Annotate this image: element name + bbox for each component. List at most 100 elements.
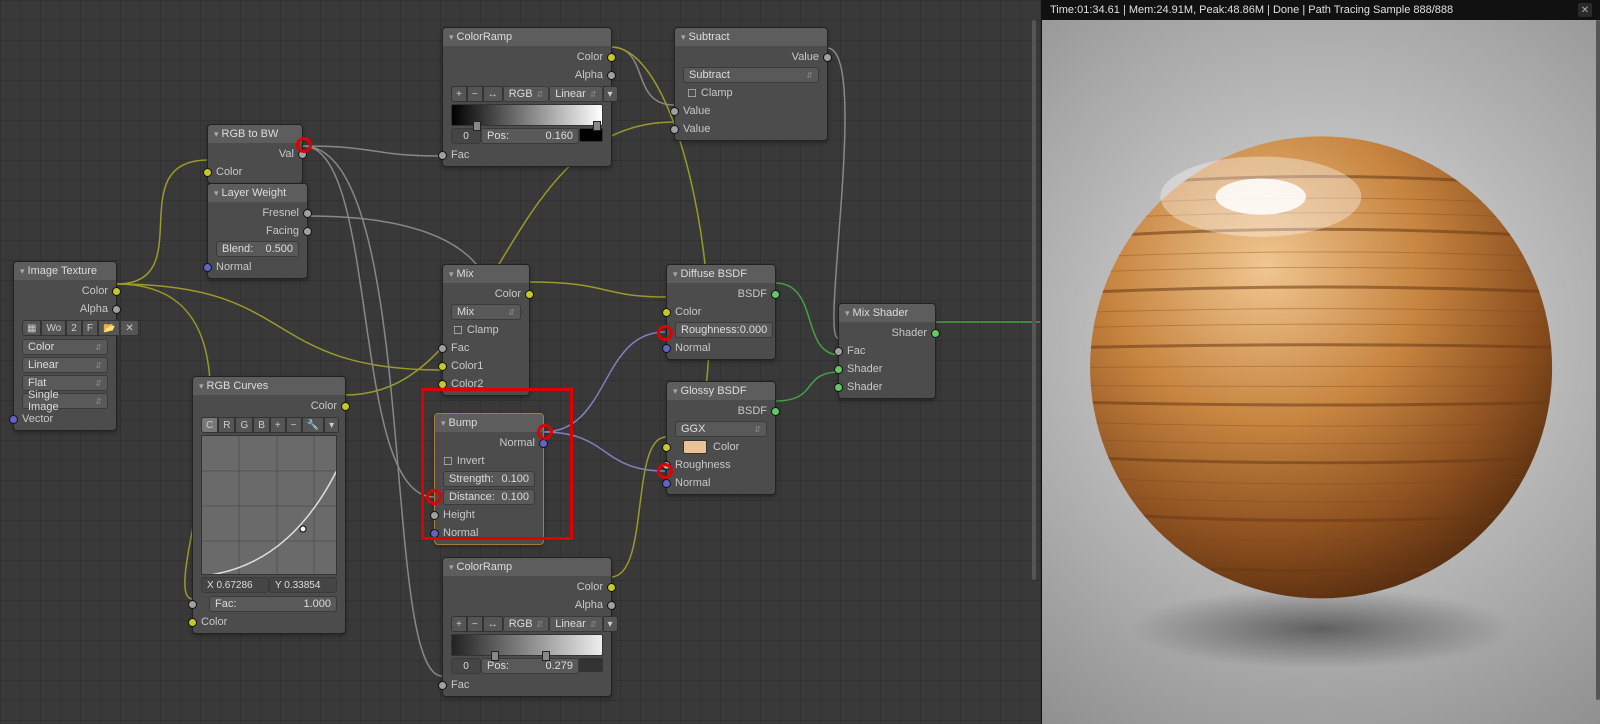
curve-tools-menu-icon[interactable]: ▾ xyxy=(324,417,339,433)
node-colorramp-1[interactable]: ColorRamp Color Alpha + − ↔ RGB⇵ Linear⇵… xyxy=(442,27,612,167)
color-ramp-gradient[interactable] xyxy=(451,634,603,656)
operation-select[interactable]: Subtract⇵ xyxy=(683,67,819,83)
node-title[interactable]: ColorRamp xyxy=(443,28,611,46)
mix-mode-select[interactable]: Mix⇵ xyxy=(451,304,521,320)
node-title[interactable]: Subtract xyxy=(675,28,827,46)
node-title[interactable]: Mix xyxy=(443,265,529,283)
output-fresnel: Fresnel xyxy=(262,207,299,219)
ramp-pos-field[interactable]: Pos:0.160 xyxy=(481,128,579,144)
output-alpha: Alpha xyxy=(575,599,603,611)
node-rgb-to-bw[interactable]: RGB to BW Val Color xyxy=(207,124,303,184)
node-title[interactable]: Mix Shader xyxy=(839,304,935,322)
ramp-flip-icon[interactable]: ↔ xyxy=(483,616,503,632)
render-preview-image[interactable] xyxy=(1042,20,1600,724)
texture-browse-icon[interactable]: ▦ xyxy=(22,320,41,336)
output-shader: Shader xyxy=(892,327,927,339)
node-bump[interactable]: Bump Normal ☐Invert Strength:0.100 Dista… xyxy=(434,413,544,545)
texture-open-icon[interactable]: 📂 xyxy=(98,320,120,336)
roughness-field[interactable]: Roughness:0.000 xyxy=(675,322,773,338)
texture-name[interactable]: Wo xyxy=(41,320,66,336)
tab-r[interactable]: R xyxy=(218,417,235,433)
node-layer-weight[interactable]: Layer Weight Fresnel Facing Blend:0.500 … xyxy=(207,183,308,279)
render-preview-panel: Time:01:34.61 | Mem:24.91M, Peak:48.86M … xyxy=(1041,0,1600,724)
node-title[interactable]: RGB to BW xyxy=(208,125,302,143)
node-title[interactable]: Layer Weight xyxy=(208,184,307,202)
node-mix-shader[interactable]: Mix Shader Shader Fac Shader Shader xyxy=(838,303,936,399)
input-color: Color xyxy=(201,616,227,628)
node-title[interactable]: Image Texture xyxy=(14,262,116,280)
node-title[interactable]: Bump xyxy=(435,414,543,432)
input-fac: Fac xyxy=(451,149,469,161)
node-mix-rgb[interactable]: Mix Color Mix⇵ ☐Clamp Fac Color1 Color2 xyxy=(442,264,530,396)
clamp-checkbox[interactable]: Clamp xyxy=(467,324,499,336)
tab-c[interactable]: C xyxy=(201,417,218,433)
interpolation-select[interactable]: Linear⇵ xyxy=(22,357,108,373)
strength-field[interactable]: Strength:0.100 xyxy=(443,471,535,487)
curve-tools-wrench-icon[interactable]: 🔧 xyxy=(302,417,324,433)
ramp-menu-icon[interactable]: ▾ xyxy=(603,86,618,102)
input-shader-2: Shader xyxy=(847,381,882,393)
ramp-interp-select[interactable]: Linear⇵ xyxy=(549,86,602,102)
ramp-menu-icon[interactable]: ▾ xyxy=(603,616,618,632)
output-bsdf: BSDF xyxy=(738,288,767,300)
preview-scrollbar[interactable] xyxy=(1594,0,1600,724)
input-color2: Color2 xyxy=(451,378,483,390)
ramp-index[interactable]: 0 xyxy=(451,658,481,674)
curve-tools-minus-icon[interactable]: − xyxy=(286,417,302,433)
curve-graph[interactable] xyxy=(201,435,337,575)
ramp-add-icon[interactable]: + xyxy=(451,616,467,632)
ramp-remove-icon[interactable]: − xyxy=(467,86,483,102)
ramp-add-icon[interactable]: + xyxy=(451,86,467,102)
output-alpha: Alpha xyxy=(575,69,603,81)
tab-b[interactable]: B xyxy=(253,417,270,433)
node-colorramp-2[interactable]: ColorRamp Color Alpha + − ↔ RGB⇵ Linear⇵… xyxy=(442,557,612,697)
input-color1: Color1 xyxy=(451,360,483,372)
distribution-select[interactable]: GGX⇵ xyxy=(675,421,767,437)
input-fac: Fac xyxy=(847,345,865,357)
curve-y-value[interactable]: Y 0.33854 xyxy=(269,577,337,593)
input-normal: Normal xyxy=(216,261,251,273)
input-color: Color xyxy=(675,306,701,318)
editor-scrollbar[interactable] xyxy=(1030,0,1036,724)
node-title[interactable]: Glossy BSDF xyxy=(667,382,775,400)
blend-field[interactable]: Blend:0.500 xyxy=(216,241,299,257)
node-title[interactable]: ColorRamp xyxy=(443,558,611,576)
curve-tools-plus-icon[interactable]: + xyxy=(270,417,286,433)
clamp-checkbox[interactable]: Clamp xyxy=(701,87,733,99)
color-space-select[interactable]: Color⇵ xyxy=(22,339,108,355)
color-swatch[interactable] xyxy=(683,440,707,454)
output-color: Color xyxy=(577,581,603,593)
output-val: Val xyxy=(279,148,294,160)
node-image-texture[interactable]: Image Texture Color Alpha ▦ Wo 2 F 📂 ✕ C… xyxy=(13,261,117,431)
curve-x-value[interactable]: X 0.67286 xyxy=(201,577,269,593)
fac-field[interactable]: Fac:1.000 xyxy=(209,596,337,612)
frame-mode-select[interactable]: Single Image⇵ xyxy=(22,393,108,409)
ramp-flip-icon[interactable]: ↔ xyxy=(483,86,503,102)
ramp-interp-select[interactable]: Linear⇵ xyxy=(549,616,602,632)
node-title[interactable]: Diffuse BSDF xyxy=(667,265,775,283)
ramp-color-swatch[interactable] xyxy=(579,658,603,672)
render-status-text: Time:01:34.61 | Mem:24.91M, Peak:48.86M … xyxy=(1050,4,1453,16)
node-subtract[interactable]: Subtract Value Subtract⇵ ☐Clamp Value Va… xyxy=(674,27,828,141)
node-rgb-curves[interactable]: RGB Curves Color C R G B + − 🔧 ▾ X 0.672… xyxy=(192,376,346,634)
input-color: Color xyxy=(713,441,739,453)
node-title[interactable]: RGB Curves xyxy=(193,377,345,395)
color-ramp-gradient[interactable] xyxy=(451,104,603,126)
output-color: Color xyxy=(82,285,108,297)
tab-g[interactable]: G xyxy=(235,417,253,433)
input-normal: Normal xyxy=(675,342,710,354)
ramp-remove-icon[interactable]: − xyxy=(467,616,483,632)
close-icon[interactable]: ✕ xyxy=(1578,3,1592,17)
invert-checkbox[interactable]: Invert xyxy=(457,455,485,467)
node-glossy-bsdf[interactable]: Glossy BSDF BSDF GGX⇵ Color Roughness No… xyxy=(666,381,776,495)
ramp-mode-select[interactable]: RGB⇵ xyxy=(503,616,550,632)
node-diffuse-bsdf[interactable]: Diffuse BSDF BSDF Color Roughness:0.000 … xyxy=(666,264,776,360)
distance-field[interactable]: Distance:0.100 xyxy=(443,489,535,505)
texture-unlink-icon[interactable]: ✕ xyxy=(120,320,138,336)
ramp-mode-select[interactable]: RGB⇵ xyxy=(503,86,550,102)
output-value: Value xyxy=(792,51,819,63)
texture-users[interactable]: 2 xyxy=(66,320,82,336)
input-vector: Vector xyxy=(22,413,53,425)
output-color: Color xyxy=(311,400,337,412)
texture-fake-user[interactable]: F xyxy=(82,320,98,336)
